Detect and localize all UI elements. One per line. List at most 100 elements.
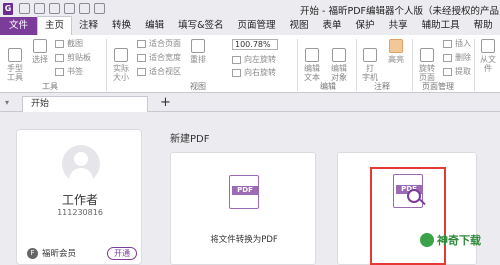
delete-icon: [443, 53, 452, 62]
rotate-right-icon: [232, 68, 241, 77]
actual-size-button[interactable]: 实际 大小: [110, 39, 132, 82]
tab-protect[interactable]: 保护: [349, 17, 382, 35]
bookmark-icon: [55, 67, 64, 76]
tab-fill-sign[interactable]: 填写&签名: [171, 17, 230, 35]
typewriter-button[interactable]: 打 字机: [360, 39, 380, 82]
delete-button[interactable]: 删除: [443, 52, 471, 63]
tab-accessibility[interactable]: 辅助工具: [415, 17, 467, 35]
hand-icon: [8, 48, 22, 62]
avatar[interactable]: [62, 145, 100, 183]
window-title: 开始 - 福昕PDF编辑器个人版（未经授权的产品: [300, 6, 499, 17]
undo-icon[interactable]: [64, 3, 75, 14]
ribbon-tabs: 文件 主页 注释 转换 编辑 填写&签名 页面管理 视图 表单 保护 共享 辅助…: [0, 16, 500, 35]
reflow-icon: [191, 39, 205, 53]
user-name: 工作者: [61, 193, 98, 207]
ribbon-separator: [297, 39, 298, 91]
ribbon-separator: [356, 39, 357, 91]
from-file-button[interactable]: 从文件: [478, 39, 498, 73]
tab-start-label: 开始: [31, 99, 50, 109]
rotate-right-button[interactable]: 向右旋转: [232, 67, 276, 78]
highlight-button[interactable]: 高亮: [385, 39, 407, 64]
extract-icon: [443, 67, 452, 76]
select-tool-button[interactable]: 选择: [30, 39, 50, 64]
open-membership-button[interactable]: 开通: [107, 246, 137, 260]
membership-row: F 福昕会员 开通: [27, 246, 137, 260]
ribbon-toolbar: 手型 工具 选择 截图 剪贴板 书签 工具 实际 大小 适合页面 适合宽度 适合…: [0, 35, 500, 93]
section-title: 新建PDF: [170, 134, 210, 145]
group-label-page-management: 页面管理: [422, 82, 454, 91]
tab-help[interactable]: 帮助: [467, 17, 500, 35]
tab-edit[interactable]: 编辑: [138, 17, 171, 35]
rotate-page-button[interactable]: 旋转 页面: [416, 39, 438, 82]
zoom-input[interactable]: 100.78%: [232, 39, 278, 50]
page-icon: [114, 48, 128, 62]
ribbon-separator: [412, 39, 413, 91]
edit-object-button[interactable]: 编辑 对象: [328, 39, 350, 82]
tab-start[interactable]: 开始: [22, 96, 148, 112]
open-icon[interactable]: [19, 3, 30, 14]
tab-form[interactable]: 表单: [316, 17, 349, 35]
member-label: 福昕会员: [42, 249, 77, 259]
user-card: 工作者 111230816 F 福昕会员 开通: [16, 129, 142, 265]
title-bar: G 开始 - 福昕PDF编辑器个人版（未经授权的产品: [0, 0, 500, 17]
save-icon[interactable]: [34, 3, 45, 14]
hand-tool-button[interactable]: 手型 工具: [4, 39, 26, 82]
cursor-icon: [33, 39, 47, 53]
watermark: 神奇下载: [420, 232, 481, 248]
snapshot-button[interactable]: 截图: [55, 38, 83, 49]
insert-icon: [443, 39, 452, 48]
add-tab-button[interactable]: +: [160, 95, 171, 110]
tab-list-chevron-icon[interactable]: ▾: [5, 98, 9, 107]
fit-page-button[interactable]: 适合页面: [137, 38, 181, 49]
print-icon[interactable]: [49, 3, 60, 14]
rotate-left-icon: [232, 55, 241, 64]
document-tab-bar: ▾ 开始 +: [0, 93, 500, 112]
user-id: 111230816: [57, 208, 103, 217]
bookmark-button[interactable]: 书签: [55, 66, 83, 77]
camera-icon: [55, 39, 64, 48]
tab-page-management[interactable]: 页面管理: [231, 17, 283, 35]
reflow-button[interactable]: 重排: [187, 39, 209, 64]
fit-visible-icon: [137, 67, 146, 76]
tab-convert[interactable]: 转换: [105, 17, 138, 35]
extract-button[interactable]: 提取: [443, 66, 471, 77]
create-from-file-card[interactable]: PDF 将文件转换为PDF: [170, 152, 316, 265]
rotate-left-button[interactable]: 向左旋转: [232, 54, 276, 65]
highlight-annotation-box: [370, 167, 446, 265]
start-page: 工作者 111230816 F 福昕会员 开通 新建PDF PDF 将文件转换为…: [0, 112, 500, 265]
member-badge-icon: F: [27, 247, 38, 259]
avatar-head: [74, 152, 88, 166]
tab-comment[interactable]: 注释: [72, 17, 105, 35]
clipboard-icon: [55, 53, 64, 62]
fit-page-icon: [137, 39, 146, 48]
fit-width-button[interactable]: 适合宽度: [137, 52, 181, 63]
group-label-tools: 工具: [42, 82, 58, 91]
watermark-text: 神奇下载: [437, 234, 481, 247]
rotate-page-icon: [420, 48, 434, 62]
fit-width-icon: [137, 53, 146, 62]
tab-file[interactable]: 文件: [0, 17, 38, 35]
group-label-view: 视图: [190, 82, 206, 91]
group-label-comment: 注释: [374, 82, 390, 91]
clipboard-button[interactable]: 剪贴板: [55, 52, 91, 63]
avatar-body: [69, 168, 93, 183]
highlight-icon: [389, 39, 403, 53]
group-label-edit: 编辑: [320, 82, 336, 91]
file-icon: [481, 39, 495, 53]
create-from-file-label: 将文件转换为PDF: [210, 235, 278, 245]
edit-text-button[interactable]: 编辑 文本: [301, 39, 323, 82]
insert-button[interactable]: 插入: [443, 38, 471, 49]
redo-icon[interactable]: [79, 3, 90, 14]
hand-quick-icon[interactable]: [94, 3, 105, 14]
edit-object-icon: [332, 48, 346, 62]
ribbon-separator: [474, 39, 475, 91]
tab-view[interactable]: 视图: [283, 17, 316, 35]
tab-share[interactable]: 共享: [382, 17, 415, 35]
fit-visible-button[interactable]: 适合视区: [137, 66, 181, 77]
typewriter-icon: [363, 48, 377, 62]
tab-home[interactable]: 主页: [37, 16, 73, 35]
pdf-file-icon: PDF: [229, 175, 259, 209]
quick-access-toolbar: [19, 3, 105, 14]
edit-text-icon: [305, 48, 319, 62]
ribbon-separator: [106, 39, 107, 91]
